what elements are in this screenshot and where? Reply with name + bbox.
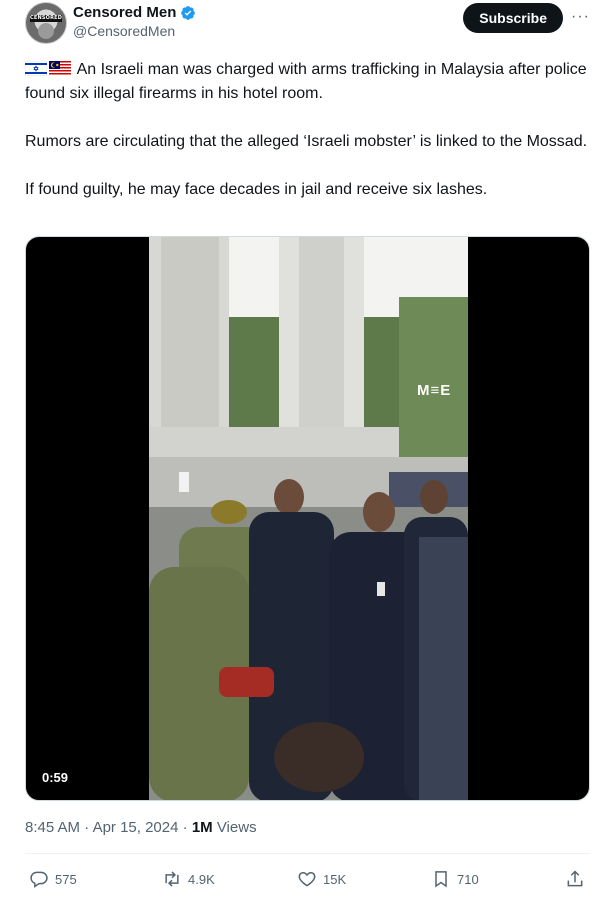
views-label: Views [212, 819, 257, 836]
meta-separator: · [178, 819, 192, 836]
bookmark-icon [435, 871, 447, 888]
repost-count: 4.9K [188, 871, 215, 887]
views-count: 1M [191, 819, 213, 836]
subscribe-button[interactable]: Subscribe [463, 3, 563, 33]
israel-flag-icon [25, 61, 47, 76]
video-duration-badge: 0:59 [36, 768, 75, 787]
avatar-censor-bar: CENSORED [30, 15, 63, 22]
share-icon [567, 870, 583, 887]
tweet-paragraph-1: An Israeli man was charged with arms tra… [25, 58, 590, 106]
author-display-name[interactable]: Censored Men [73, 3, 176, 22]
like-button[interactable]: 15K [297, 864, 346, 894]
action-bar: 575 4.9K 15K 710 [25, 864, 595, 894]
reply-count: 575 [55, 871, 77, 887]
reply-icon [30, 871, 48, 888]
tweet-paragraph-3: If found guilty, he may face decades in … [25, 181, 488, 198]
malaysia-flag-icon [49, 61, 71, 76]
share-button[interactable] [565, 864, 585, 894]
video-player[interactable]: M≡E 0:59 [25, 236, 590, 801]
meta-separator: · [80, 819, 93, 836]
tweet-time[interactable]: 8:45 AM [25, 819, 80, 836]
bookmark-button[interactable]: 710 [431, 864, 479, 894]
tweet-header: CENSORED Censored Men @CensoredMen Subsc… [25, 0, 595, 46]
tweet-paragraph-1-text: An Israeli man was charged with arms tra… [25, 61, 587, 102]
tweet-text: An Israeli man was charged with arms tra… [25, 58, 590, 226]
repost-icon [165, 871, 179, 887]
author-name-row[interactable]: Censored Men [73, 3, 196, 22]
repost-button[interactable]: 4.9K [162, 864, 215, 894]
video-still-image [149, 237, 468, 800]
author-handle[interactable]: @CensoredMen [73, 22, 196, 40]
divider [25, 853, 590, 854]
heart-icon [298, 871, 316, 887]
bookmark-count: 710 [457, 871, 479, 887]
avatar-face [38, 23, 54, 39]
more-options-icon[interactable]: ··· [571, 8, 590, 26]
verified-badge-icon [181, 5, 196, 20]
tweet-date[interactable]: Apr 15, 2024 [93, 819, 179, 836]
tweet-paragraph-2: Rumors are circulating that the alleged … [25, 133, 588, 150]
author-block: Censored Men @CensoredMen [73, 3, 196, 40]
tweet-meta: 8:45 AM · Apr 15, 2024 · 1M Views [25, 818, 257, 838]
media-watermark: M≡E [417, 382, 452, 399]
reply-button[interactable]: 575 [29, 864, 77, 894]
like-count: 15K [323, 871, 347, 887]
video-frame[interactable]: M≡E [149, 237, 468, 800]
avatar[interactable]: CENSORED [25, 2, 67, 44]
